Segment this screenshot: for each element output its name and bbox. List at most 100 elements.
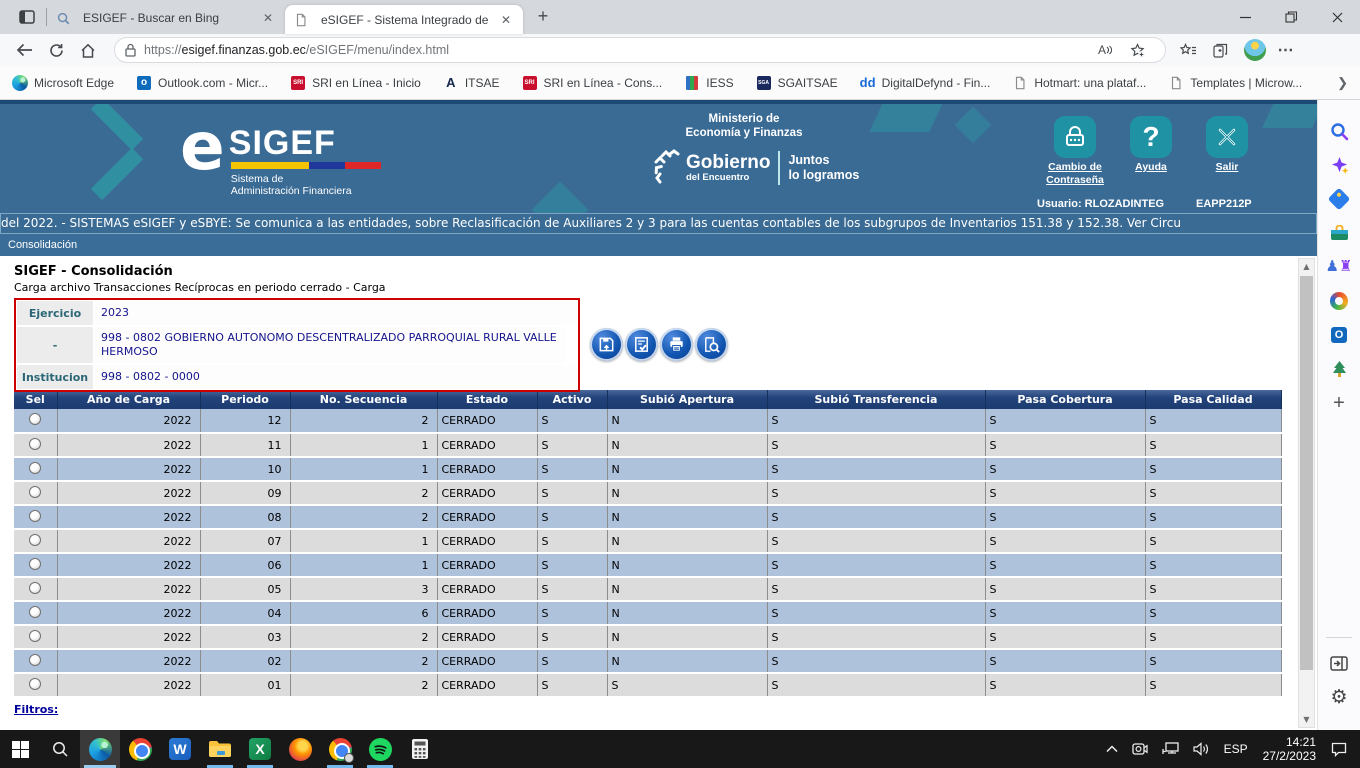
row-select-radio[interactable] xyxy=(29,413,41,425)
tree-icon[interactable] xyxy=(1324,354,1354,384)
tray-chevron-icon[interactable] xyxy=(1099,730,1125,768)
network-icon[interactable] xyxy=(1155,730,1186,768)
scroll-down-icon[interactable]: ▼ xyxy=(1299,712,1314,727)
row-select-radio[interactable] xyxy=(29,462,41,474)
profile-avatar[interactable] xyxy=(1244,39,1266,61)
table-cell: S xyxy=(767,673,985,697)
taskbar-search-button[interactable] xyxy=(40,730,80,768)
customize-sidebar-icon[interactable] xyxy=(1324,648,1354,678)
sidebar-search-icon[interactable] xyxy=(1324,116,1354,146)
logo-tagline: Administración Financiera xyxy=(231,185,381,197)
row-select-radio[interactable] xyxy=(29,438,41,450)
row-select-radio[interactable] xyxy=(29,654,41,666)
table-cell: 2022 xyxy=(57,409,200,433)
home-button[interactable] xyxy=(74,36,102,64)
bookmark-item[interactable]: Templates | Microw... xyxy=(1168,75,1302,91)
action-center-icon[interactable] xyxy=(1324,730,1354,768)
taskbar-app-chrome[interactable] xyxy=(120,730,160,768)
settings-icon[interactable]: ⚙ xyxy=(1324,682,1354,712)
row-select-radio[interactable] xyxy=(29,678,41,690)
upload-save-button[interactable] xyxy=(590,328,623,361)
shopping-icon[interactable] xyxy=(1324,184,1354,214)
minimize-button[interactable] xyxy=(1222,0,1268,34)
edge-sidebar: ♟♜ O + ⚙ xyxy=(1317,100,1360,730)
table-cell: N xyxy=(607,553,767,577)
language-indicator[interactable]: ESP xyxy=(1217,730,1255,768)
bookmark-item[interactable]: SRISRI en Línea - Inicio xyxy=(290,75,421,91)
page-scrollbar[interactable]: ▲ ▼ xyxy=(1298,258,1315,728)
logo-tagline: Sistema de xyxy=(231,173,381,185)
bookmark-item[interactable]: Microsoft Edge xyxy=(12,75,114,91)
change-password-button[interactable]: Cambio de Contraseña xyxy=(1038,116,1112,187)
tab-close-icon[interactable]: ✕ xyxy=(497,11,515,29)
url-text: https://esigef.finanzas.gob.ec/eSIGEF/me… xyxy=(144,43,1091,57)
meet-now-icon[interactable] xyxy=(1125,730,1155,768)
settings-menu-icon[interactable]: ⋯ xyxy=(1272,36,1300,64)
taskbar-app-explorer[interactable] xyxy=(200,730,240,768)
office-icon[interactable] xyxy=(1324,286,1354,316)
table-cell: S xyxy=(537,433,607,457)
close-window-button[interactable] xyxy=(1314,0,1360,34)
bookmark-item[interactable]: oOutlook.com - Micr... xyxy=(136,75,268,91)
taskbar-app-excel[interactable]: X xyxy=(240,730,280,768)
scroll-up-icon[interactable]: ▲ xyxy=(1299,259,1314,274)
row-select-radio[interactable] xyxy=(29,510,41,522)
row-select-radio[interactable] xyxy=(29,534,41,546)
bookmark-item[interactable]: AITSAE xyxy=(443,75,500,91)
taskbar-app-edge[interactable] xyxy=(80,730,120,768)
tray-date: 27/2/2023 xyxy=(1263,749,1316,763)
table-row: 2022101CERRADOSNSSS xyxy=(14,457,1281,481)
toolbox-icon[interactable] xyxy=(1324,218,1354,248)
favorites-icon[interactable] xyxy=(1174,36,1202,64)
bookmark-item[interactable]: SRISRI en Línea - Cons... xyxy=(522,75,663,91)
taskbar-app-firefox[interactable] xyxy=(280,730,320,768)
taskbar-clock[interactable]: 14:21 27/2/2023 xyxy=(1255,735,1324,763)
table-cell: 03 xyxy=(200,625,290,649)
add-sidebar-icon[interactable]: + xyxy=(1324,388,1354,418)
row-select-radio[interactable] xyxy=(29,582,41,594)
row-select-radio[interactable] xyxy=(29,630,41,642)
address-bar[interactable]: https://esigef.finanzas.gob.ec/eSIGEF/me… xyxy=(114,37,1166,63)
tab-close-icon[interactable]: ✕ xyxy=(259,9,277,27)
read-aloud-icon[interactable]: A xyxy=(1091,36,1119,64)
help-button[interactable]: ? Ayuda xyxy=(1114,116,1188,187)
restore-button[interactable] xyxy=(1268,0,1314,34)
taskbar-app-word[interactable]: W xyxy=(160,730,200,768)
bookmark-item[interactable]: Hotmart: una plataf... xyxy=(1012,75,1146,91)
volume-icon[interactable] xyxy=(1186,730,1217,768)
bing-chat-icon[interactable] xyxy=(1324,150,1354,180)
search-favicon xyxy=(55,10,71,26)
table-cell: S xyxy=(767,577,985,601)
taskbar-app-calculator[interactable] xyxy=(400,730,440,768)
bookmark-label: Templates | Microw... xyxy=(1190,76,1302,90)
print-button[interactable] xyxy=(660,328,693,361)
back-button[interactable] xyxy=(10,36,38,64)
new-tab-button[interactable]: + xyxy=(529,2,557,30)
bookmark-item[interactable]: SGASGAITSAE xyxy=(756,75,838,91)
start-button[interactable] xyxy=(0,730,40,768)
esigef-page: e SIGEF Sistema de Administración Financ… xyxy=(0,100,1317,730)
row-select-radio[interactable] xyxy=(29,606,41,618)
add-favorite-icon[interactable] xyxy=(1123,36,1151,64)
validate-button[interactable] xyxy=(625,328,658,361)
row-select-radio[interactable] xyxy=(29,558,41,570)
outlook-sidebar-icon[interactable]: O xyxy=(1324,320,1354,350)
table-cell: 2022 xyxy=(57,601,200,625)
tab-esigef[interactable]: eSIGEF - Sistema Integrado de Ge ✕ xyxy=(285,5,523,34)
scrollbar-thumb[interactable] xyxy=(1300,276,1313,670)
column-header: Subió Apertura xyxy=(607,390,767,409)
search-doc-button[interactable] xyxy=(695,328,728,361)
logout-button[interactable]: Salir xyxy=(1190,116,1264,187)
refresh-button[interactable] xyxy=(42,36,70,64)
bookmarks-overflow-icon[interactable]: ❯ xyxy=(1337,75,1348,91)
tab-actions-menu-icon[interactable] xyxy=(12,4,42,30)
taskbar-app-chrome-profile[interactable] xyxy=(320,730,360,768)
row-select-radio[interactable] xyxy=(29,486,41,498)
taskbar-app-spotify[interactable] xyxy=(360,730,400,768)
bookmark-item[interactable]: ddDigitalDefynd - Fin... xyxy=(860,75,991,91)
games-icon[interactable]: ♟♜ xyxy=(1324,252,1354,282)
tab-bing-search[interactable]: ESIGEF - Buscar en Bing ✕ xyxy=(47,5,285,31)
collections-icon[interactable] xyxy=(1206,36,1234,64)
bookmark-item[interactable]: IESS xyxy=(684,75,733,91)
filters-link[interactable]: Filtros: xyxy=(14,703,58,716)
